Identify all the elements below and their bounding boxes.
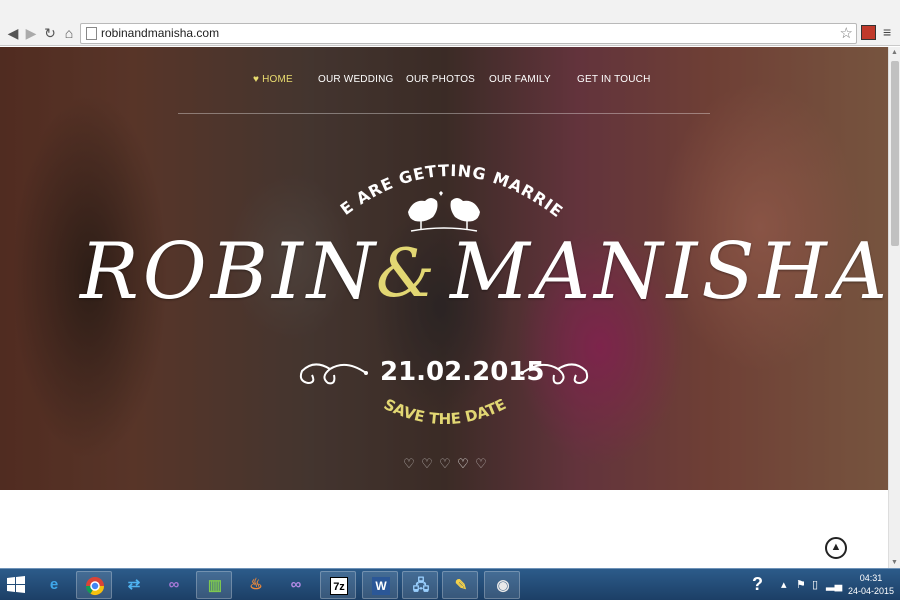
windows-start-icon[interactable]: [6, 575, 26, 595]
nav-item-our-photos[interactable]: OUR PHOTOS: [406, 74, 475, 85]
extension-icon[interactable]: [861, 25, 876, 40]
battery-icon[interactable]: ▯: [812, 578, 818, 591]
nav-item-home[interactable]: ♥ HOME: [253, 74, 293, 85]
page-viewport: ♥ HOME OUR WEDDING OUR PHOTOS OUR FAMILY…: [0, 47, 888, 568]
page-icon: [86, 27, 97, 40]
chrome-icon[interactable]: [76, 571, 112, 599]
groom-name: ROBIN: [80, 227, 380, 317]
flourish-right-icon: [520, 363, 589, 385]
browser-toolbar: ◀ ▶ ↻ ⌂ robinandmanisha.com ☆ ≡: [0, 0, 900, 46]
nav-item-our-family[interactable]: OUR FAMILY: [489, 74, 551, 85]
nav-divider: [178, 113, 710, 114]
visual-studio-icon[interactable]: ∞: [156, 571, 192, 599]
signal-icon[interactable]: ▂▄: [826, 578, 842, 591]
visual-studio-2-icon[interactable]: ∞: [278, 571, 314, 599]
help-icon[interactable]: ?: [752, 574, 763, 595]
slide-dot[interactable]: ♡: [474, 457, 488, 471]
forward-icon[interactable]: ▶: [22, 24, 40, 42]
network-icon[interactable]: 🖧: [402, 571, 438, 599]
scroll-down-icon[interactable]: ▼: [891, 559, 898, 566]
nav-item-our-wedding[interactable]: OUR WEDDING: [318, 74, 394, 85]
main-nav: ♥ HOME OUR WEDDING OUR PHOTOS OUR FAMILY…: [0, 74, 888, 94]
slide-indicators: ♡ ♡ ♡ ♡ ♡: [402, 457, 490, 471]
slide-dot-active[interactable]: ♡: [456, 457, 470, 471]
reload-icon[interactable]: ↻: [41, 24, 59, 42]
menu-icon[interactable]: ≡: [883, 24, 897, 40]
scrollbar-thumb[interactable]: [891, 61, 899, 246]
flourish-left-icon: [299, 363, 368, 385]
paint-icon[interactable]: ✎: [442, 571, 478, 599]
save-the-date-text: SAVE THE DATE: [381, 399, 509, 428]
slide-dot[interactable]: ♡: [438, 457, 452, 471]
flag-icon[interactable]: ⚑: [796, 578, 806, 591]
bookmark-star-icon[interactable]: ☆: [840, 24, 853, 42]
back-to-top-button[interactable]: ▲: [825, 537, 847, 559]
ampersand: &: [376, 235, 435, 312]
svg-text:SAVE THE DATE: SAVE THE DATE: [381, 399, 509, 428]
clock-time[interactable]: 04:31: [856, 573, 886, 583]
7zip-icon[interactable]: 7z: [320, 571, 356, 599]
teamviewer-icon[interactable]: ⇄: [116, 571, 152, 599]
tray-expand-icon[interactable]: ▴: [781, 578, 787, 591]
nav-item-get-in-touch[interactable]: GET IN TOUCH: [577, 74, 651, 85]
page-scrollbar[interactable]: ▲ ▼: [888, 47, 900, 568]
clock-date[interactable]: 24-04-2015: [846, 586, 896, 596]
slide-dot[interactable]: ♡: [402, 457, 416, 471]
address-bar[interactable]: robinandmanisha.com ☆: [80, 23, 857, 44]
url-text[interactable]: robinandmanisha.com: [101, 26, 219, 40]
internet-explorer-icon[interactable]: e: [36, 571, 72, 599]
word-icon[interactable]: W: [362, 571, 398, 599]
fire-app-icon[interactable]: ♨: [238, 571, 274, 599]
slide-dot[interactable]: ♡: [420, 457, 434, 471]
media-icon[interactable]: ◉: [484, 571, 520, 599]
hero-banner: ♥ HOME OUR WEDDING OUR PHOTOS OUR FAMILY…: [0, 47, 888, 490]
excel-chart-icon[interactable]: ▥: [196, 571, 232, 599]
bride-name: MANISHA: [450, 227, 888, 317]
scroll-up-icon[interactable]: ▲: [891, 49, 898, 56]
windows-taskbar: e ⇄ ∞ ▥ ♨ ∞ 7z W 🖧 ✎ ◉ ? ▴ ⚑ ▯ ▂▄ 04:31 …: [0, 568, 900, 600]
save-the-date-arc: SAVE THE DATE: [381, 399, 509, 428]
home-icon[interactable]: ⌂: [60, 24, 78, 42]
back-icon[interactable]: ◀: [4, 24, 22, 42]
